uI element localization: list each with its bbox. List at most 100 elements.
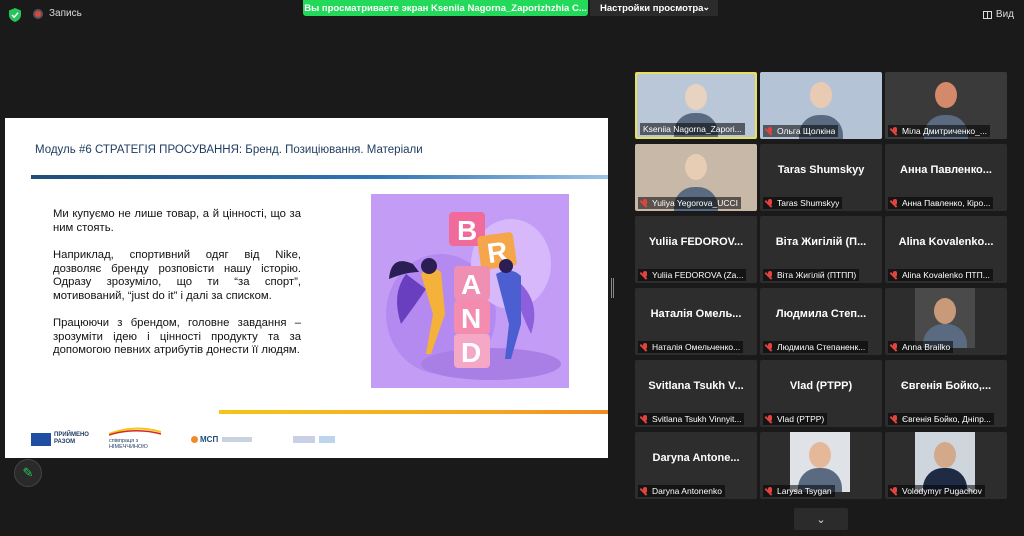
participant-tile[interactable]: Міла Дмитриченко_...	[885, 72, 1007, 139]
grid-view-icon	[982, 10, 992, 19]
participant-tile[interactable]: Alina Kovalenko... Alina Kovalenko ПТП...	[885, 216, 1007, 283]
participant-name-display: Віта Жигілій (П...	[775, 236, 867, 248]
participant-name-display: Yuliia FEDOROV...	[648, 236, 744, 248]
title-underline	[31, 175, 608, 179]
participant-label: Yuliia FEDOROVA (Za...	[638, 269, 754, 281]
participant-tile[interactable]: Євгенія Бойко,... Євгенія Бойко, Дніпр...	[885, 360, 1007, 427]
slide-title: Модуль #6 СТРАТЕГІЯ ПРОСУВАННЯ: Бренд. П…	[35, 144, 423, 156]
participant-label-background: Міла Дмитриченко_...	[888, 125, 990, 137]
participant-label: Taras Shumskyy	[763, 197, 879, 209]
participant-name: Anna Brailko	[902, 342, 951, 352]
participant-label-background: Yuliya Yegorova_UCCI	[638, 197, 742, 209]
participant-label-background: Daryna Antonenko	[638, 485, 725, 497]
partner-logos: ПРИЙМЕНО РАЗОМ співпраця з НІМЕЧЧИНОЮ МС…	[31, 424, 361, 454]
participant-face	[934, 298, 956, 324]
participant-tile[interactable]: Larysa Tsygan	[760, 432, 882, 499]
participant-name-display: Alina Kovalenko...	[898, 236, 994, 248]
participant-label-background: Anna Brailko	[888, 341, 954, 353]
participant-tile[interactable]: Наталія Омель... Наталія Омельченко...	[635, 288, 757, 355]
participant-label-background: Vlad (PTPP)	[763, 413, 828, 425]
view-button[interactable]: Вид	[982, 9, 1014, 20]
mic-muted-icon	[891, 414, 899, 424]
participant-label: Vlad (PTPP)	[763, 413, 879, 425]
flag-swoosh-icon	[108, 427, 162, 436]
gallery-scroll-down-button[interactable]: ⌄	[794, 508, 848, 530]
participant-tile[interactable]: Людмила Степ... Людмила Степаненк...	[760, 288, 882, 355]
participant-name-display: Наталія Омель...	[650, 308, 742, 320]
participant-tile[interactable]: Svitlana Tsukh V... Svitlana Tsukh Vinnyi…	[635, 360, 757, 427]
mic-muted-icon	[891, 126, 899, 136]
msp-dot-icon	[191, 436, 198, 443]
annotate-pencil-button[interactable]: ✎	[14, 459, 42, 487]
record-label: Запись	[49, 8, 82, 19]
participant-label: Анна Павленко, Кіро...	[888, 197, 1004, 209]
slide-paragraph: Працюючи з брендом, головне завдання – з…	[53, 317, 301, 356]
mic-muted-icon	[766, 342, 774, 352]
view-label: Вид	[995, 9, 1014, 20]
view-options-label: Настройки просмотра	[600, 2, 704, 14]
participant-label-background: Taras Shumskyy	[763, 197, 843, 209]
participant-name: Міла Дмитриченко_...	[902, 126, 987, 136]
recording-indicator[interactable]: Запись	[33, 8, 82, 19]
small-partner-logos	[293, 436, 335, 443]
eu-logo: ПРИЙМЕНО РАЗОМ	[31, 432, 89, 446]
participant-label: Svitlana Tsukh Vinnyit...	[638, 413, 754, 425]
participant-label: Міла Дмитриченко_...	[888, 125, 1004, 137]
participant-name: Vlad (PTPP)	[777, 414, 825, 424]
participant-label: Віта Жигілій (ПТПП)	[763, 269, 879, 281]
participant-video	[790, 432, 850, 492]
security-shield-icon[interactable]	[9, 8, 21, 22]
participant-tile[interactable]: Kseniia Nagorna_Zapori...	[635, 72, 757, 139]
participant-tile[interactable]: Анна Павленко... Анна Павленко, Кіро...	[885, 144, 1007, 211]
participant-name: Анна Павленко, Кіро...	[902, 198, 991, 208]
participant-label: Larysa Tsygan	[763, 485, 879, 497]
participant-name: Євгенія Бойко, Дніпр...	[902, 414, 991, 424]
mic-muted-icon	[891, 198, 899, 208]
participant-face	[810, 82, 832, 108]
chevron-down-icon: ⌄	[702, 2, 710, 12]
participant-label: Людмила Степаненк...	[763, 341, 879, 353]
participant-label: Alina Kovalenko ПТП...	[888, 269, 1004, 281]
participant-tile[interactable]: Віта Жигілій (П... Віта Жигілій (ПТПП)	[760, 216, 882, 283]
svg-text:B: B	[457, 215, 477, 246]
panel-resize-handle[interactable]	[611, 278, 615, 298]
participant-tile[interactable]: Yuliia FEDOROV... Yuliia FEDOROVA (Za...	[635, 216, 757, 283]
mic-muted-icon	[641, 270, 649, 280]
participant-name: Larysa Tsygan	[777, 486, 832, 496]
eu-flag-icon	[31, 432, 51, 446]
participant-label-background: Наталія Омельченко...	[638, 341, 744, 353]
participant-label: Наталія Омельченко...	[638, 341, 754, 353]
msp-text-block	[222, 437, 253, 442]
participant-tile[interactable]: Yuliya Yegorova_UCCI	[635, 144, 757, 211]
participant-tile[interactable]: Ольга Щолкіна	[760, 72, 882, 139]
participant-name-display: Євгенія Бойко,...	[900, 380, 992, 392]
participant-name-display: Svitlana Tsukh V...	[648, 380, 744, 392]
participant-tile[interactable]: Volodymyr Pugachov	[885, 432, 1007, 499]
participant-face	[935, 82, 957, 108]
participant-label-background: Ольга Щолкіна	[763, 125, 839, 137]
participant-name: Kseniia Nagorna_Zapori...	[643, 124, 742, 134]
participant-label: Євгенія Бойко, Дніпр...	[888, 413, 1004, 425]
participant-tile[interactable]: Taras Shumskyy Taras Shumskyy	[760, 144, 882, 211]
mic-muted-icon	[766, 486, 774, 496]
participant-label: Ольга Щолкіна	[763, 125, 879, 137]
participant-label: Volodymyr Pugachov	[888, 485, 1004, 497]
participant-tile[interactable]: Daryna Antone... Daryna Antonenko	[635, 432, 757, 499]
participant-label-background: Анна Павленко, Кіро...	[888, 197, 994, 209]
participant-label: Daryna Antonenko	[638, 485, 754, 497]
participant-name: Віта Жигілій (ПТПП)	[777, 270, 857, 280]
participant-name-display: Анна Павленко...	[900, 164, 992, 176]
mic-muted-icon	[891, 342, 899, 352]
view-options-button[interactable]: Настройки просмотра ⌄	[590, 0, 718, 16]
participant-name: Volodymyr Pugachov	[902, 486, 982, 496]
mic-muted-icon	[891, 270, 899, 280]
participant-tile[interactable]: Anna Brailko	[885, 288, 1007, 355]
svg-text:A: A	[461, 269, 481, 300]
shared-screen-slide: Модуль #6 СТРАТЕГІЯ ПРОСУВАННЯ: Бренд. П…	[5, 118, 608, 458]
participant-label-background: Людмила Степаненк...	[763, 341, 869, 353]
participant-label-background: Alina Kovalenko ПТП...	[888, 269, 993, 281]
mic-muted-icon	[766, 270, 774, 280]
participant-name-display: Daryna Antone...	[652, 452, 740, 464]
participant-tile[interactable]: Vlad (PTPP) Vlad (PTPP)	[760, 360, 882, 427]
chevron-down-icon: ⌄	[816, 513, 826, 526]
